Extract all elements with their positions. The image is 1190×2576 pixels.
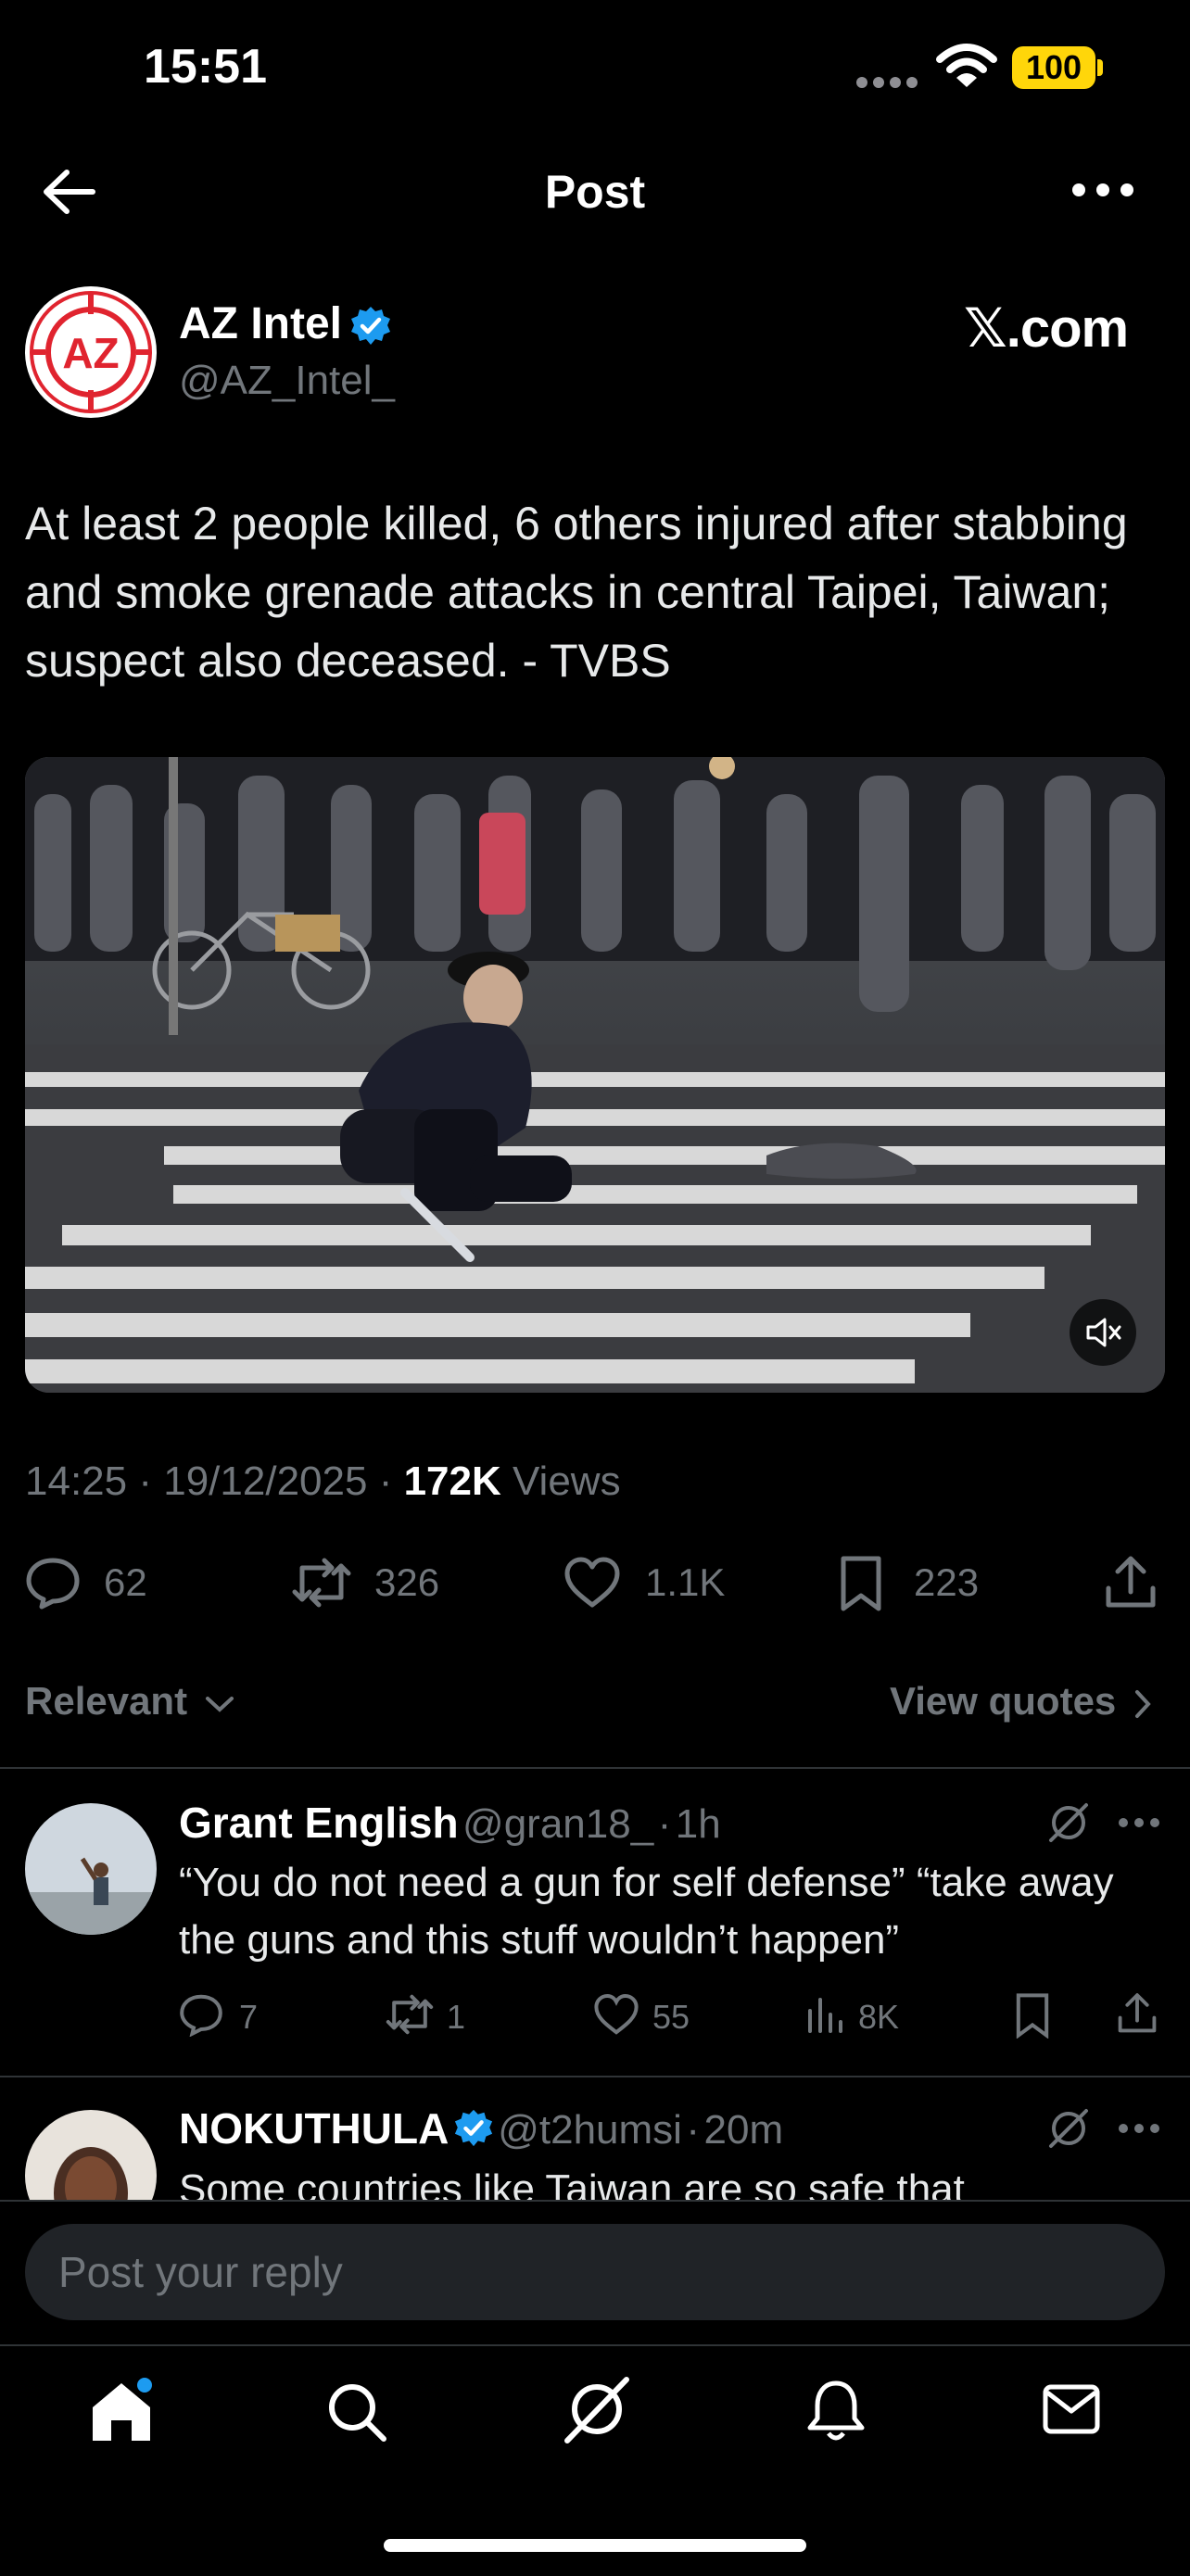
reply-repost-count: 1 <box>447 1998 466 2036</box>
bookmark-count: 223 <box>914 1560 980 1604</box>
share-button[interactable] <box>1103 1555 1158 1610</box>
bookmark-icon <box>841 1556 881 1611</box>
author-handle[interactable]: @AZ_Intel_ <box>179 358 395 404</box>
page-title: Post <box>544 166 646 218</box>
xcom-watermark: 𝕏.com <box>964 298 1129 359</box>
author-avatar[interactable]: AZ <box>25 286 157 418</box>
grok-button[interactable] <box>1045 2105 1092 2152</box>
repost-button[interactable] <box>289 1555 354 1610</box>
tweet-meta: 14:25 · 19/12/2025 · 172K Views <box>25 1458 621 1505</box>
reply-like-count: 55 <box>652 1998 690 2036</box>
tweet-video[interactable] <box>25 757 1165 1393</box>
repost-icon <box>292 1558 351 1608</box>
reply-icon <box>26 1558 80 1610</box>
like-icon <box>594 1993 639 2035</box>
search-icon <box>329 2384 386 2442</box>
grok-button[interactable] <box>1045 1799 1092 1846</box>
reply-reply-button[interactable] <box>179 1992 223 2037</box>
reply-button[interactable] <box>25 1555 81 1610</box>
avatar-logo-text: AZ <box>62 329 119 377</box>
reply-time[interactable]: 1h <box>676 1801 721 1847</box>
nav-messages[interactable] <box>1042 2381 1101 2437</box>
more-button[interactable] <box>1066 167 1140 213</box>
like-icon <box>564 1557 620 1608</box>
views-label: Views <box>513 1458 621 1504</box>
mute-button[interactable] <box>1070 1299 1136 1366</box>
reply-bookmark-button[interactable] <box>1014 1992 1051 2039</box>
signal-icon <box>855 76 920 89</box>
sort-label: Relevant <box>25 1679 188 1723</box>
status-time: 15:51 <box>144 40 267 94</box>
reply-avatar[interactable] <box>25 1803 157 1935</box>
view-quotes-label: View quotes <box>890 1679 1117 1723</box>
reply-repost-button[interactable] <box>384 1992 436 2037</box>
more-icon <box>1119 2124 1159 2133</box>
grok-icon <box>564 2377 629 2443</box>
meta-separator: · <box>138 1458 164 1504</box>
tweet-text: At least 2 people killed, 6 others injur… <box>25 498 1128 687</box>
like-count: 1.1K <box>645 1560 726 1604</box>
home-indicator <box>384 2539 806 2552</box>
nav-grok[interactable] <box>562 2376 630 2444</box>
repost-count: 326 <box>374 1560 440 1604</box>
reply-views-button[interactable] <box>804 1994 845 2035</box>
wifi-icon <box>936 43 997 89</box>
reply-header: NOKUTHULA @t2humsi · 20m <box>179 2103 783 2153</box>
tweet-date[interactable]: 19/12/2025 <box>163 1458 367 1504</box>
like-button[interactable] <box>563 1555 621 1610</box>
reply-author-name[interactable]: Grant English <box>179 1799 459 1847</box>
verified-icon <box>454 2109 492 2147</box>
verified-icon <box>349 305 392 347</box>
views-icon <box>808 1998 842 2033</box>
reply-author-handle[interactable]: @t2humsi <box>498 2107 682 2153</box>
reply-like-button[interactable] <box>593 1992 639 2037</box>
nav-home[interactable] <box>89 2378 154 2444</box>
reply-more-button[interactable] <box>1116 2115 1162 2142</box>
author-name[interactable]: AZ Intel <box>179 298 342 349</box>
repost-icon <box>386 1994 434 2035</box>
more-icon <box>1119 1818 1159 1827</box>
reply-more-button[interactable] <box>1116 1809 1162 1837</box>
meta-separator: · <box>657 1801 672 1847</box>
mute-icon <box>1086 1318 1121 1347</box>
share-icon <box>1118 1993 1157 2033</box>
notifications-icon <box>807 2380 865 2441</box>
chevron-down-icon <box>205 1696 234 1712</box>
chevron-right-icon <box>1134 1689 1151 1718</box>
grok-icon <box>1049 2109 1088 2148</box>
home-icon <box>93 2378 152 2441</box>
reply-icon <box>180 1994 222 2037</box>
more-icon <box>1072 183 1133 196</box>
bookmark-icon <box>1016 1993 1049 2039</box>
view-quotes-link[interactable]: View quotes <box>890 1679 1153 1724</box>
meta-separator: · <box>686 2107 701 2153</box>
battery-indicator: 100 <box>1012 46 1095 89</box>
messages-icon <box>1043 2384 1100 2434</box>
meta-separator: · <box>378 1458 404 1504</box>
reply-input[interactable] <box>25 2224 1165 2320</box>
reply-author-name[interactable]: NOKUTHULA <box>179 2104 449 2153</box>
reply-count: 62 <box>104 1560 147 1604</box>
grok-icon <box>1049 1803 1088 1842</box>
views-count: 172K <box>403 1458 501 1504</box>
divider <box>0 1767 1190 1769</box>
reply-text: “You do not need a gun for self defense”… <box>179 1860 1114 1963</box>
sort-dropdown[interactable]: Relevant <box>25 1679 235 1724</box>
bookmark-button[interactable] <box>838 1555 884 1611</box>
tweet-time[interactable]: 14:25 <box>25 1458 127 1504</box>
reply-author-handle[interactable]: @gran18_ <box>462 1801 653 1847</box>
nav-notifications[interactable] <box>806 2378 866 2443</box>
reply-views-count: 8K <box>858 1998 900 2036</box>
nav-search[interactable] <box>326 2381 387 2443</box>
reply-header: Grant English @gran18_ · 1h <box>179 1798 721 1848</box>
notification-dot <box>137 2378 152 2393</box>
share-icon <box>1106 1556 1156 1608</box>
battery-tip <box>1097 59 1103 76</box>
reply-reply-count: 7 <box>239 1998 259 2036</box>
reply-time[interactable]: 20m <box>704 2107 784 2153</box>
reply-share-button[interactable] <box>1116 1992 1158 2035</box>
divider <box>0 2076 1190 2077</box>
